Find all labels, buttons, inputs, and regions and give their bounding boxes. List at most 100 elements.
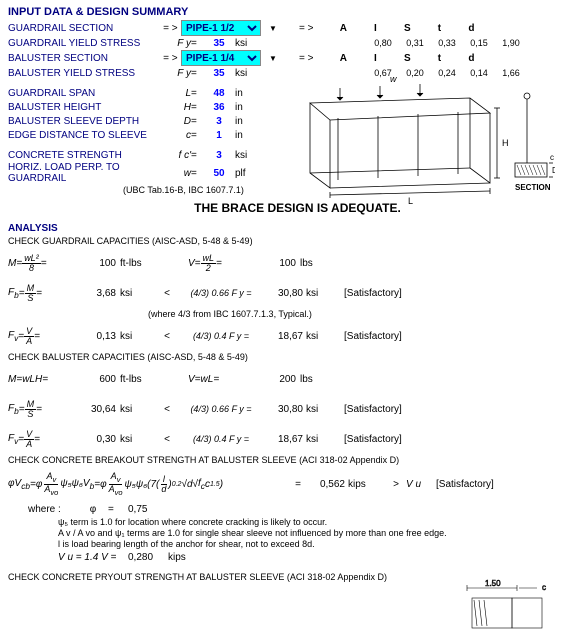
diagram-D-label: D	[552, 166, 555, 175]
formula-Fb: Fb=MS=	[8, 284, 78, 303]
col-A: A	[327, 53, 359, 64]
diagram-section-label: SECTION	[515, 183, 551, 192]
unit-in: in	[235, 102, 259, 113]
val-d: 1,90	[495, 38, 527, 48]
b-V-val: 200	[258, 374, 300, 385]
g-Fb-val2: 30,80	[266, 288, 306, 299]
b-Fb-val: 30,64	[78, 404, 120, 415]
unit-lbs: lbs	[300, 258, 338, 269]
val-A: 0,80	[367, 38, 399, 48]
less-than: <	[158, 331, 176, 342]
guardrail-yield-val: 35	[203, 38, 235, 49]
horiz-load-label: HORIZ. LOAD PERP. TO GUARDRAIL	[8, 162, 163, 184]
psi5-note: ψ₅ term is 1.0 for location where concre…	[58, 517, 557, 527]
g-V-val: 100	[258, 258, 300, 269]
unit-ksi: ksi	[120, 288, 158, 299]
baluster-section-label: BALUSTER SECTION	[8, 53, 163, 64]
concrete-val: 3	[203, 150, 235, 161]
svg-text:c: c	[542, 583, 546, 592]
sym-D: D	[163, 116, 191, 127]
baluster-check-title: CHECK BALUSTER CAPACITIES (AISC-ASD, 5-4…	[8, 352, 557, 362]
formula-Fb: Fb=MS=	[8, 400, 78, 419]
note-43: (where 4/3 from IBC 1607.7.1.3, Typical.…	[148, 309, 557, 319]
g-Fb-val: 3,68	[78, 288, 120, 299]
satisfactory: [Satisfactory]	[344, 434, 424, 445]
formula-Fv: Fv=VA=	[8, 327, 78, 346]
baluster-yield-label: BALUSTER YIELD STRESS	[8, 68, 163, 79]
sym-H: H	[163, 102, 191, 113]
unit-ftlbs: ft-lbs	[120, 258, 158, 269]
sym-fy: F y	[163, 68, 191, 79]
guardrail-diagram: w H L D c SECTION	[290, 68, 555, 208]
b-Fv-val2: 18,67	[266, 434, 306, 445]
unit-kips: kips	[168, 552, 186, 563]
concrete-label: CONCRETE STRENGTH	[8, 150, 163, 161]
where-label: where :	[28, 504, 78, 515]
unit-ksi: ksi	[306, 404, 344, 415]
g-Fv-val2: 18,67	[266, 331, 306, 342]
unit-ksi: ksi	[120, 331, 158, 342]
col-S: S	[391, 23, 423, 34]
edge-dist-label: EDGE DISTANCE TO SLEEVE	[8, 130, 163, 141]
col-I: I	[359, 23, 391, 34]
val-t: 0,15	[463, 38, 495, 48]
col-d: d	[455, 53, 487, 64]
formula-M: M=wL²8=	[8, 254, 78, 273]
col-A: A	[327, 23, 359, 34]
unit-ksi: ksi	[235, 68, 259, 79]
breakout-check-title: CHECK CONCRETE BREAKOUT STRENGTH AT BALU…	[8, 455, 557, 465]
col-t: t	[423, 53, 455, 64]
unit-ksi: ksi	[120, 434, 158, 445]
sym-L: L	[163, 88, 191, 99]
span-label: GUARDRAIL SPAN	[8, 88, 163, 99]
unit-lbs: lbs	[300, 374, 338, 385]
unit-ksi: ksi	[235, 150, 259, 161]
formula-M: M=wLH=	[8, 374, 78, 385]
col-I: I	[359, 53, 391, 64]
baluster-yield-val: 35	[203, 68, 235, 79]
phi-label: φ	[78, 504, 108, 515]
diagram-L-label: L	[408, 196, 413, 206]
edge-dist-val: 1	[203, 130, 235, 141]
formula-breakout: φVcb=φAvAvoψ₅ψ₆Vb=φAvAvoψ₅ψ₆(7(ld)0.2√d√…	[8, 472, 288, 496]
unit-in: in	[235, 116, 259, 127]
sym-w: w	[163, 168, 191, 179]
height-label: BALUSTER HEIGHT	[8, 102, 163, 113]
unit-ksi: ksi	[306, 434, 344, 445]
unit-ksi: ksi	[235, 38, 259, 49]
col-S: S	[391, 53, 423, 64]
guardrail-check-title: CHECK GUARDRAIL CAPACITIES (AISC-ASD, 5-…	[8, 236, 557, 246]
val-I: 0,31	[399, 38, 431, 48]
guardrail-yield-label: GUARDRAIL YIELD STRESS	[8, 38, 163, 49]
less-than: <	[158, 288, 176, 299]
b-Fv-val: 0,30	[78, 434, 120, 445]
baluster-section-select[interactable]: PIPE-1 1/4	[181, 50, 261, 66]
b-M-val: 600	[78, 374, 120, 385]
b-Fb-val2: 30,80	[266, 404, 306, 415]
unit-in: in	[235, 88, 259, 99]
equals: =	[191, 38, 203, 49]
guardrail-section-select[interactable]: PIPE-1 1/2	[181, 20, 261, 36]
unit-ksi: ksi	[120, 404, 158, 415]
horiz-load-val: 50	[203, 168, 235, 179]
less-than: <	[158, 404, 176, 415]
guardrail-section-label: GUARDRAIL SECTION	[8, 23, 163, 34]
vu-val: 0,280	[128, 552, 168, 563]
l-note: l is load bearing length of the anchor f…	[58, 539, 557, 549]
unit-ftlbs: ft-lbs	[120, 374, 158, 385]
diagram-H-label: H	[502, 138, 509, 148]
satisfactory: [Satisfactory]	[344, 404, 424, 415]
g-M-val: 100	[78, 258, 120, 269]
satisfactory: [Satisfactory]	[436, 479, 516, 490]
col-t: t	[423, 23, 455, 34]
formula-V: V=wL2=	[188, 254, 258, 273]
arrow-text: = >	[163, 53, 181, 64]
arrow-text: = >	[299, 23, 313, 34]
greater-than: >	[386, 479, 406, 490]
sym-fy: F y	[163, 38, 191, 49]
diagram-c-label: c	[550, 153, 554, 162]
mid-formula: (4/3) 0.4 F y =	[176, 434, 266, 444]
arrow-text: = >	[163, 23, 181, 34]
formula-V: V=wL=	[188, 374, 258, 385]
less-than: <	[158, 434, 176, 445]
